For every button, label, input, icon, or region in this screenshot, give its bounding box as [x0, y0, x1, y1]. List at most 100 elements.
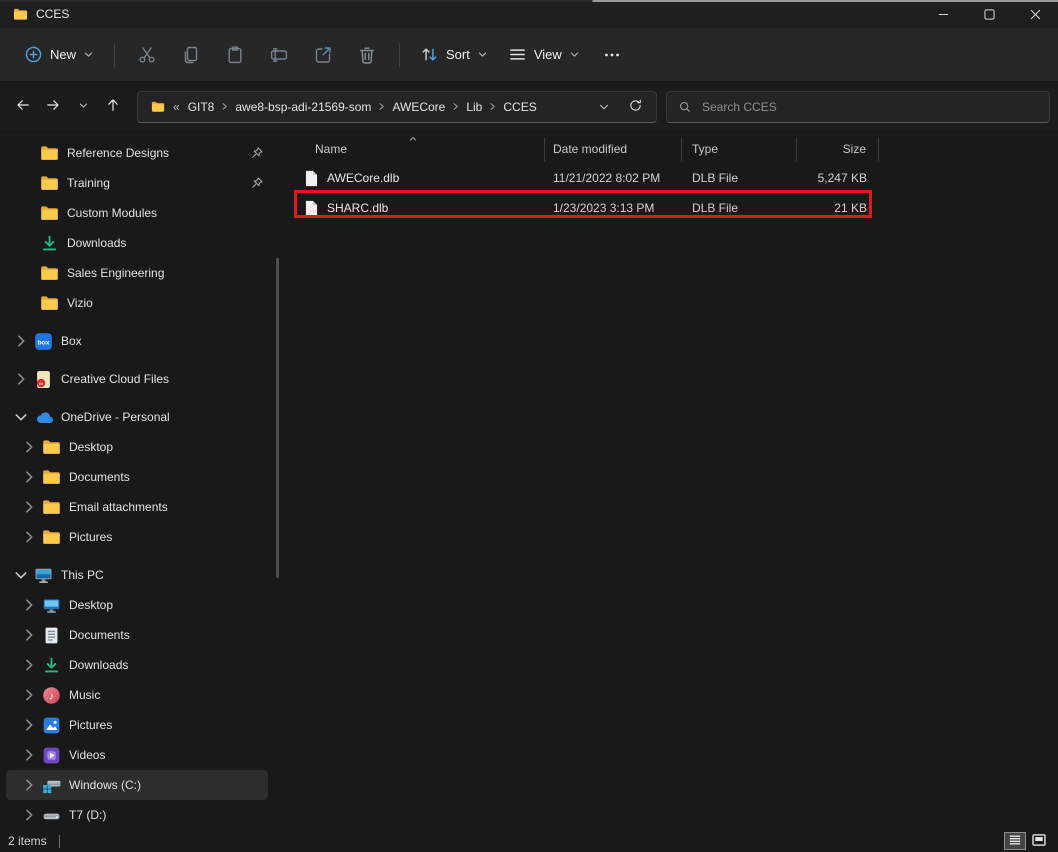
details-view-icon	[1008, 834, 1022, 849]
chevron-right-icon[interactable]	[20, 626, 38, 644]
chevron-right-icon[interactable]	[20, 746, 38, 764]
folder-icon	[40, 144, 59, 163]
new-button[interactable]: New	[14, 37, 104, 73]
folder-icon	[40, 204, 59, 223]
see-more-button[interactable]	[590, 37, 634, 73]
paste-icon	[225, 45, 245, 65]
chevron-right-icon[interactable]	[20, 686, 38, 704]
file-explorer-window: CCES New Sort View	[0, 0, 1058, 852]
sidebar-item[interactable]: Vizio	[6, 288, 268, 318]
chevron-right-icon[interactable]	[12, 370, 30, 388]
address-dropdown-icon[interactable]	[598, 101, 610, 113]
svg-text:∞: ∞	[39, 381, 43, 387]
chevron-right-icon[interactable]	[12, 332, 30, 350]
recent-locations-button[interactable]	[68, 92, 98, 122]
rename-icon	[269, 45, 289, 65]
windows-drive-icon	[42, 776, 61, 795]
file-row[interactable]: SHARC.dlb 1/23/2023 3:13 PM DLB File 21 …	[295, 193, 1058, 223]
sidebar-item[interactable]: Pictures	[6, 522, 268, 552]
file-date-modified: 11/21/2022 8:02 PM	[545, 163, 682, 193]
chevron-down-icon	[78, 99, 89, 114]
chevron-right-icon[interactable]	[20, 498, 38, 516]
command-toolbar: New Sort View	[0, 28, 1058, 82]
chevron-right-icon[interactable]	[20, 438, 38, 456]
up-button[interactable]	[98, 92, 128, 122]
sidebar-item-label: Pictures	[69, 718, 112, 732]
copy-button[interactable]	[169, 37, 213, 73]
sidebar-item[interactable]: ♪ Music	[6, 680, 268, 710]
share-button[interactable]	[301, 37, 345, 73]
sidebar-item-label: Sales Engineering	[67, 266, 164, 280]
sidebar-item[interactable]: OneDrive - Personal	[6, 402, 268, 432]
chevron-right-icon	[488, 102, 497, 111]
file-icon	[305, 170, 318, 187]
sidebar-item[interactable]: Reference Designs	[6, 138, 268, 168]
close-button[interactable]	[1012, 0, 1058, 28]
delete-button[interactable]	[345, 37, 389, 73]
paste-button[interactable]	[213, 37, 257, 73]
sidebar-item[interactable]: T7 (D:)	[6, 800, 268, 830]
sidebar-item[interactable]: box Box	[6, 326, 268, 356]
sidebar-item[interactable]: This PC	[6, 560, 268, 590]
cut-button[interactable]	[125, 37, 169, 73]
chevron-right-icon[interactable]	[20, 776, 38, 794]
file-type: DLB File	[682, 193, 797, 223]
chevron-right-icon[interactable]	[20, 528, 38, 546]
file-row[interactable]: AWECore.dlb 11/21/2022 8:02 PM DLB File …	[295, 163, 1058, 193]
minimize-button[interactable]	[920, 0, 966, 28]
sidebar-item[interactable]: Documents	[6, 620, 268, 650]
chevron-right-icon[interactable]	[20, 656, 38, 674]
file-name: AWECore.dlb	[327, 171, 399, 185]
column-header-date-modified[interactable]: Date modified	[545, 137, 682, 161]
folder-icon	[40, 264, 59, 283]
column-header-name[interactable]: Name	[295, 137, 545, 161]
breadcrumb-segment[interactable]: AWECore	[387, 97, 450, 117]
rename-button[interactable]	[257, 37, 301, 73]
plus-circle-icon	[24, 45, 43, 64]
forward-button[interactable]	[38, 92, 68, 122]
view-list-icon	[508, 45, 527, 64]
sidebar-item[interactable]: Windows (C:)	[6, 770, 268, 800]
search-box[interactable]	[666, 91, 1050, 123]
up-arrow-icon	[105, 97, 121, 116]
details-view-button[interactable]	[1004, 832, 1026, 850]
sidebar-item[interactable]: Training	[6, 168, 268, 198]
sidebar-item[interactable]: Downloads	[6, 228, 268, 258]
sidebar-item[interactable]: Custom Modules	[6, 198, 268, 228]
breadcrumb-segment[interactable]: awe8-bsp-adi-21569-som	[230, 97, 376, 117]
address-bar[interactable]: « GIT8 awe8-bsp-adi-21569-som AWECore Li…	[137, 91, 657, 123]
chevron-down-icon[interactable]	[12, 566, 30, 584]
sidebar-item[interactable]: Sales Engineering	[6, 258, 268, 288]
sidebar-item-label: Pictures	[69, 530, 112, 544]
chevron-down-icon[interactable]	[12, 408, 30, 426]
breadcrumb-segment[interactable]: GIT8	[183, 97, 220, 117]
refresh-button[interactable]	[622, 94, 648, 120]
sidebar-item[interactable]: Desktop	[6, 590, 268, 620]
sidebar-item[interactable]: Pictures	[6, 710, 268, 740]
sidebar-item-label: T7 (D:)	[69, 808, 106, 822]
chevron-right-icon[interactable]	[20, 716, 38, 734]
column-header-type[interactable]: Type	[682, 137, 797, 161]
search-input[interactable]	[702, 100, 1049, 114]
titlebar: CCES	[0, 0, 1058, 28]
breadcrumb-segment[interactable]: CCES	[498, 97, 541, 117]
sidebar-scrollbar[interactable]	[276, 258, 279, 578]
music-icon: ♪	[42, 686, 61, 705]
sidebar-item[interactable]: Downloads	[6, 650, 268, 680]
thumbnail-view-button[interactable]	[1028, 832, 1050, 850]
sort-button[interactable]: Sort	[410, 37, 498, 73]
sidebar-item[interactable]: Desktop	[6, 432, 268, 462]
folder-icon	[40, 174, 59, 193]
sidebar-item[interactable]: Videos	[6, 740, 268, 770]
chevron-right-icon[interactable]	[20, 468, 38, 486]
sidebar-item[interactable]: Documents	[6, 462, 268, 492]
sidebar-item[interactable]: Email attachments	[6, 492, 268, 522]
sidebar-item[interactable]: ∞ Creative Cloud Files	[6, 364, 268, 394]
maximize-button[interactable]	[966, 0, 1012, 28]
view-button[interactable]: View	[498, 37, 590, 73]
column-header-size[interactable]: Size	[797, 137, 879, 161]
back-button[interactable]	[8, 92, 38, 122]
chevron-right-icon[interactable]	[20, 806, 38, 824]
breadcrumb-segment[interactable]: Lib	[461, 97, 487, 117]
chevron-right-icon[interactable]	[20, 596, 38, 614]
